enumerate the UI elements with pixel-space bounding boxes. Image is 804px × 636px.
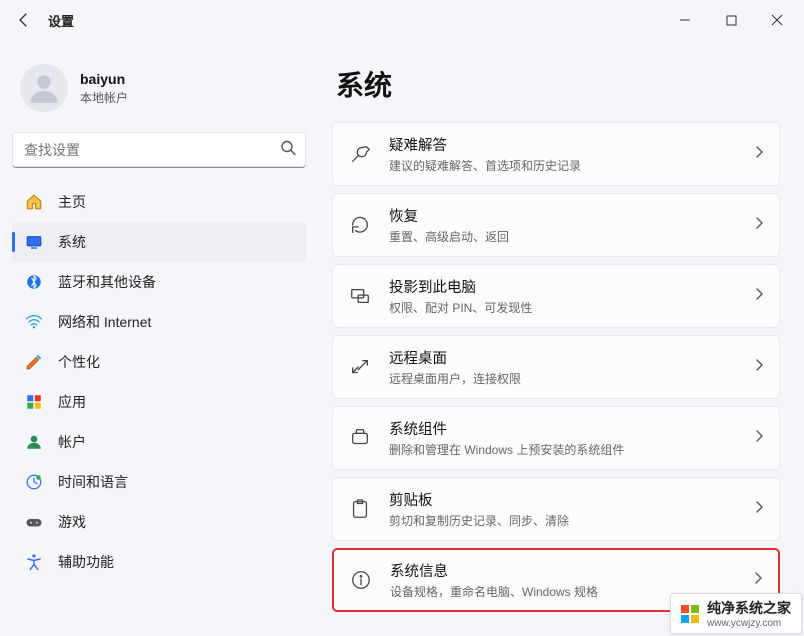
avatar xyxy=(20,64,68,112)
sidebar-item-label: 系统 xyxy=(58,232,86,252)
sidebar-item-personalization[interactable]: 个性化 xyxy=(12,342,306,382)
clipboard-icon xyxy=(347,496,373,522)
sidebar-item-label: 个性化 xyxy=(58,352,100,372)
card-title: 系统组件 xyxy=(389,418,737,439)
sidebar-item-apps[interactable]: 应用 xyxy=(12,382,306,422)
sidebar-item-accessibility[interactable]: 辅助功能 xyxy=(12,542,306,572)
card-text: 恢复 重置、高级启动、返回 xyxy=(389,205,737,245)
chevron-right-icon xyxy=(752,571,764,589)
sidebar-item-label: 时间和语言 xyxy=(58,472,128,492)
profile-sub: 本地帐户 xyxy=(80,89,128,106)
apps-icon xyxy=(24,392,44,412)
titlebar: 设置 xyxy=(0,0,804,40)
arrow-left-icon xyxy=(16,12,32,28)
sidebar-item-label: 帐户 xyxy=(58,432,86,452)
chevron-right-icon xyxy=(753,145,765,163)
sidebar-item-label: 辅助功能 xyxy=(58,552,114,572)
app-title: 设置 xyxy=(48,11,74,30)
card-title: 恢复 xyxy=(389,205,737,226)
watermark-logo-icon xyxy=(681,605,699,623)
page-title: 系统 xyxy=(336,64,780,104)
close-button[interactable] xyxy=(754,0,800,40)
card-subtitle: 剪切和复制历史记录、同步、清除 xyxy=(389,512,737,529)
network-icon xyxy=(24,312,44,332)
card-title: 疑难解答 xyxy=(389,134,737,155)
card-text: 疑难解答 建议的疑难解答、首选项和历史记录 xyxy=(389,134,737,174)
card-subtitle: 建议的疑难解答、首选项和历史记录 xyxy=(389,157,737,174)
sidebar-item-system[interactable]: 系统 xyxy=(12,222,306,262)
sidebar-item-time[interactable]: 时间和语言 xyxy=(12,462,306,502)
troubleshoot-icon xyxy=(347,141,373,167)
chevron-right-icon xyxy=(753,358,765,376)
accounts-icon xyxy=(24,432,44,452)
sidebar-item-label: 蓝牙和其他设备 xyxy=(58,272,156,292)
system-icon xyxy=(24,232,44,252)
home-icon xyxy=(24,192,44,212)
settings-card-project[interactable]: 投影到此电脑 权限、配对 PIN、可发现性 xyxy=(332,264,780,328)
components-icon xyxy=(347,425,373,451)
about-icon xyxy=(348,567,374,593)
card-subtitle: 删除和管理在 Windows 上预安装的系统组件 xyxy=(389,441,737,458)
sidebar-item-label: 应用 xyxy=(58,392,86,412)
profile-name: baiyun xyxy=(80,71,128,87)
personalization-icon xyxy=(24,352,44,372)
settings-card-troubleshoot[interactable]: 疑难解答 建议的疑难解答、首选项和历史记录 xyxy=(332,122,780,186)
search-icon xyxy=(280,140,296,161)
search-wrap xyxy=(12,132,306,168)
settings-card-list: 疑难解答 建议的疑难解答、首选项和历史记录 恢复 重置、高级启动、返回 投影到此… xyxy=(332,122,780,612)
main-panel: 系统 疑难解答 建议的疑难解答、首选项和历史记录 恢复 重置、高级启动、返回 投… xyxy=(320,40,804,636)
time-icon xyxy=(24,472,44,492)
card-title: 远程桌面 xyxy=(389,347,737,368)
settings-card-recovery[interactable]: 恢复 重置、高级启动、返回 xyxy=(332,193,780,257)
nav-list: 主页系统蓝牙和其他设备网络和 Internet 个性化应用帐户时间和语言游戏辅助功… xyxy=(12,182,306,572)
recovery-icon xyxy=(347,212,373,238)
chevron-right-icon xyxy=(753,429,765,447)
card-subtitle: 权限、配对 PIN、可发现性 xyxy=(389,299,737,316)
sidebar-item-label: 游戏 xyxy=(58,512,86,532)
project-icon xyxy=(347,283,373,309)
sidebar-item-label: 网络和 Internet xyxy=(58,312,151,332)
watermark-title: 纯净系统之家 xyxy=(707,598,791,618)
card-subtitle: 远程桌面用户，连接权限 xyxy=(389,370,737,387)
minimize-button[interactable] xyxy=(662,0,708,40)
search-input[interactable] xyxy=(12,132,306,168)
maximize-icon xyxy=(726,15,737,26)
remote-icon xyxy=(347,354,373,380)
card-text: 系统组件 删除和管理在 Windows 上预安装的系统组件 xyxy=(389,418,737,458)
sidebar-item-home[interactable]: 主页 xyxy=(12,182,306,222)
settings-card-remote[interactable]: 远程桌面 远程桌面用户，连接权限 xyxy=(332,335,780,399)
profile-section[interactable]: baiyun 本地帐户 xyxy=(20,64,306,112)
chevron-right-icon xyxy=(753,500,765,518)
sidebar-item-label: 主页 xyxy=(58,192,86,212)
window-controls xyxy=(662,0,800,40)
card-text: 投影到此电脑 权限、配对 PIN、可发现性 xyxy=(389,276,737,316)
card-subtitle: 重置、高级启动、返回 xyxy=(389,228,737,245)
minimize-icon xyxy=(679,14,691,26)
sidebar-item-accounts[interactable]: 帐户 xyxy=(12,422,306,462)
person-icon xyxy=(26,70,62,106)
sidebar: baiyun 本地帐户 主页系统蓝牙和其他设备网络和 Internet 个性化应用… xyxy=(0,40,320,636)
sidebar-item-gaming[interactable]: 游戏 xyxy=(12,502,306,542)
sidebar-item-network[interactable]: 网络和 Internet xyxy=(12,302,306,342)
accessibility-icon xyxy=(24,552,44,572)
bluetooth-icon xyxy=(24,272,44,292)
watermark: 纯净系统之家 www.ycwjzy.com xyxy=(670,593,802,634)
card-title: 系统信息 xyxy=(390,560,736,581)
card-title: 投影到此电脑 xyxy=(389,276,737,297)
settings-card-components[interactable]: 系统组件 删除和管理在 Windows 上预安装的系统组件 xyxy=(332,406,780,470)
chevron-right-icon xyxy=(753,287,765,305)
maximize-button[interactable] xyxy=(708,0,754,40)
watermark-url: www.ycwjzy.com xyxy=(707,618,791,629)
card-title: 剪贴板 xyxy=(389,489,737,510)
card-text: 剪贴板 剪切和复制历史记录、同步、清除 xyxy=(389,489,737,529)
close-icon xyxy=(771,14,783,26)
gaming-icon xyxy=(24,512,44,532)
card-text: 远程桌面 远程桌面用户，连接权限 xyxy=(389,347,737,387)
sidebar-item-bluetooth[interactable]: 蓝牙和其他设备 xyxy=(12,262,306,302)
chevron-right-icon xyxy=(753,216,765,234)
back-button[interactable] xyxy=(4,0,44,40)
settings-card-clipboard[interactable]: 剪贴板 剪切和复制历史记录、同步、清除 xyxy=(332,477,780,541)
